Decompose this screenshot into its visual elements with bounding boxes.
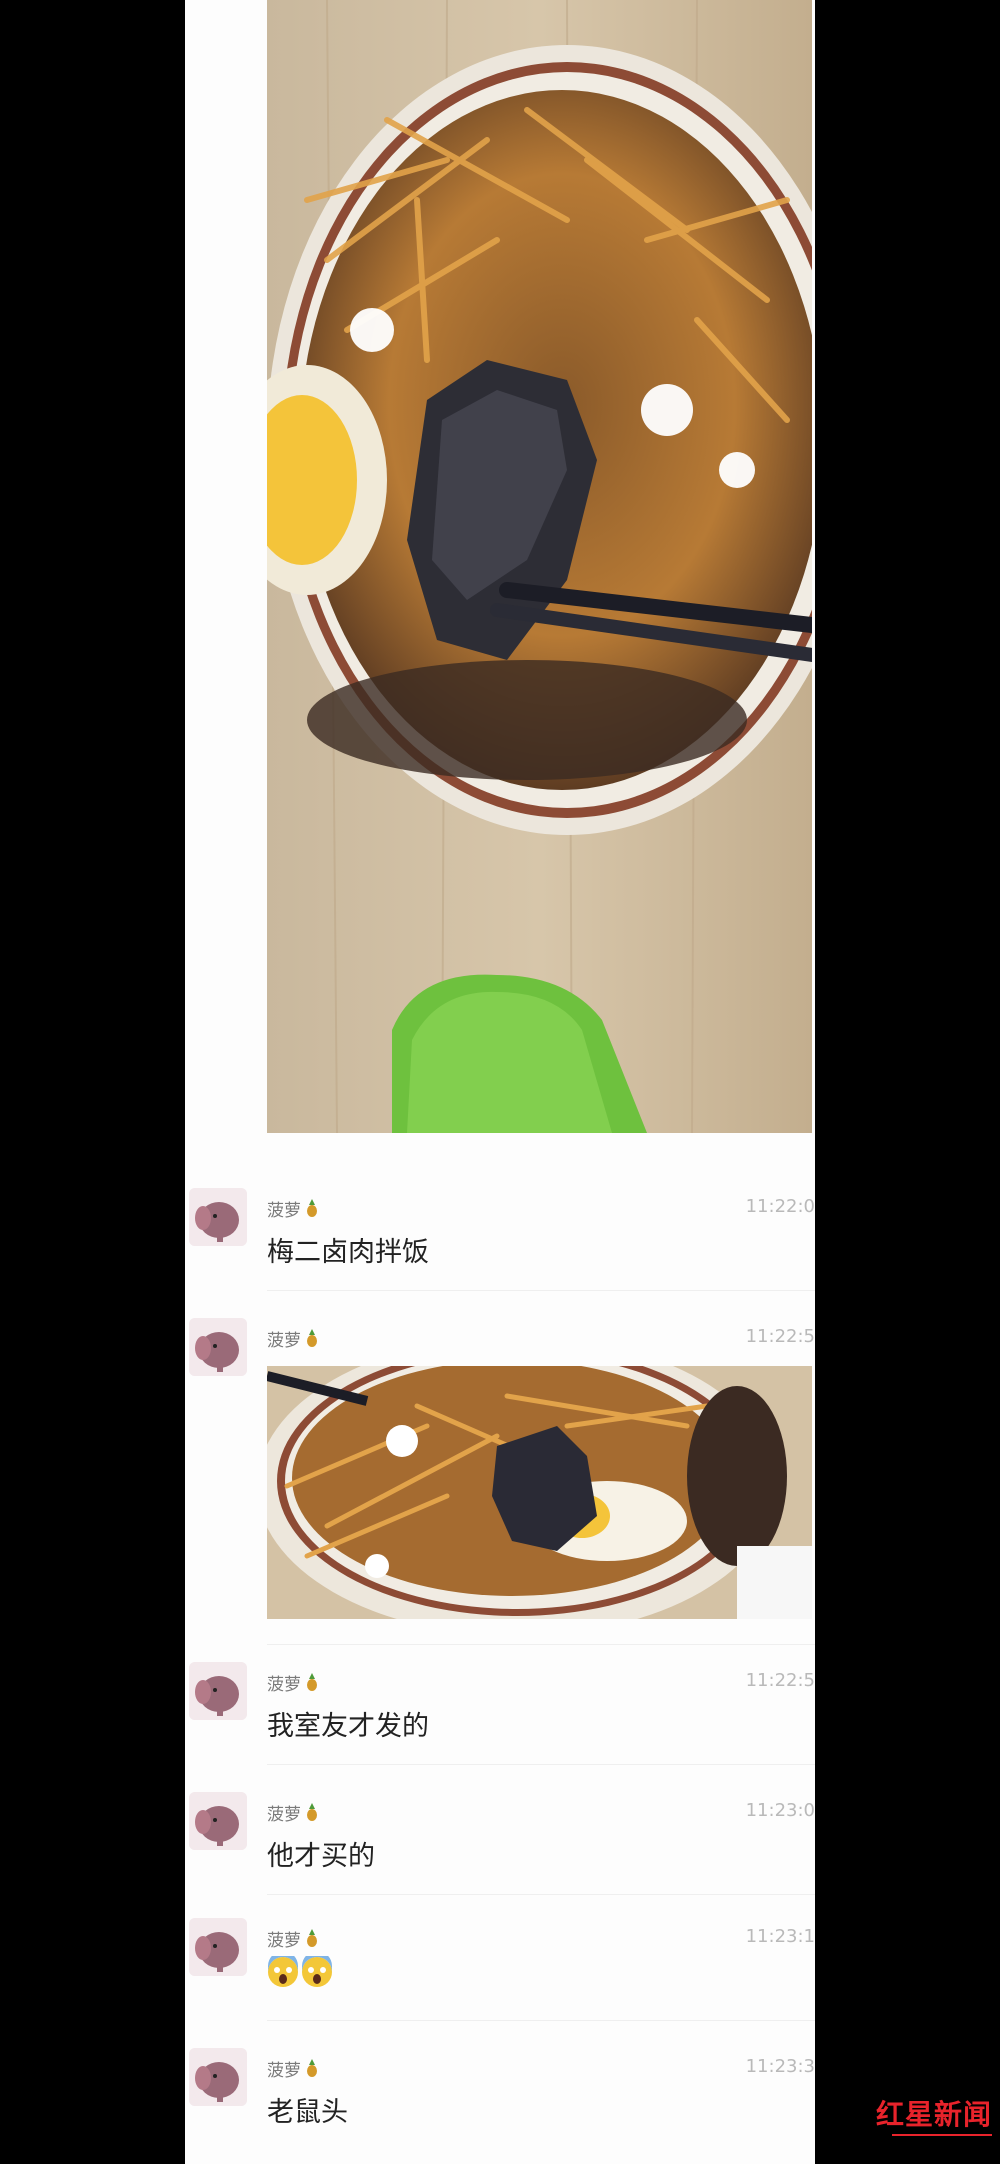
avatar[interactable] xyxy=(189,1918,247,1976)
sender-name-text: 菠萝 xyxy=(267,1930,301,1951)
sender-name-text: 菠萝 xyxy=(267,1804,301,1825)
divider xyxy=(267,1290,815,1291)
message-text: 梅二卤肉拌饭 xyxy=(267,1237,429,1268)
sender-name-text: 菠萝 xyxy=(267,1674,301,1695)
food-photo-large[interactable] xyxy=(267,0,812,1133)
message-time: 11:23:1 xyxy=(745,1926,815,1947)
pineapple-icon xyxy=(307,1329,317,1347)
message-time: 11:23:0 xyxy=(745,1800,815,1821)
scream-emoji-icon xyxy=(302,1956,332,1987)
scream-emoji-icon xyxy=(268,1956,298,1987)
pineapple-icon xyxy=(307,2059,317,2077)
watermark-underline xyxy=(892,2134,992,2136)
pineapple-icon xyxy=(307,1199,317,1217)
sender-name: 菠萝 xyxy=(267,2056,319,2081)
elephant-avatar-icon xyxy=(189,1918,247,1976)
avatar[interactable] xyxy=(189,1792,247,1850)
sender-name-text: 菠萝 xyxy=(267,2060,301,2081)
message-text: 我室友才发的 xyxy=(267,1711,429,1742)
sender-name-text: 菠萝 xyxy=(267,1200,301,1221)
watermark-text: 红星新闻 xyxy=(875,2098,992,2131)
avatar[interactable] xyxy=(189,1188,247,1246)
pineapple-icon xyxy=(307,1803,317,1821)
message-text: 老鼠头 xyxy=(267,2097,348,2128)
sender-name: 菠萝 xyxy=(267,1326,319,1351)
pineapple-icon xyxy=(307,1929,317,1947)
avatar[interactable] xyxy=(189,2048,247,2106)
food-photo-large-image xyxy=(267,0,812,1133)
sender-name: 菠萝 xyxy=(267,1670,319,1695)
divider xyxy=(267,1644,815,1645)
elephant-avatar-icon xyxy=(189,1318,247,1376)
divider xyxy=(267,2020,815,2021)
elephant-avatar-icon xyxy=(189,1792,247,1850)
divider xyxy=(267,1894,815,1895)
emoji-row xyxy=(267,1956,333,1988)
elephant-avatar-icon xyxy=(189,1188,247,1246)
pineapple-icon xyxy=(307,1673,317,1691)
sender-name: 菠萝 xyxy=(267,1196,319,1221)
message-time: 11:22:5 xyxy=(745,1670,815,1691)
watermark-logo: 红星新闻 xyxy=(872,2098,992,2150)
message-time: 11:22:5 xyxy=(745,1326,815,1347)
elephant-avatar-icon xyxy=(189,1662,247,1720)
message-text: 他才买的 xyxy=(267,1841,375,1872)
avatar[interactable] xyxy=(189,1318,247,1376)
food-photo-thumbnail[interactable] xyxy=(267,1366,812,1619)
sender-name: 菠萝 xyxy=(267,1926,319,1951)
sender-name-text: 菠萝 xyxy=(267,1330,301,1351)
chat-screen: 菠萝 11:22:0 梅二卤肉拌饭 菠萝 11:22:5 菠萝 11:22:5 … xyxy=(185,0,815,2164)
message-time: 11:22:0 xyxy=(745,1196,815,1217)
elephant-avatar-icon xyxy=(189,2048,247,2106)
message-time: 11:23:3 xyxy=(745,2056,815,2077)
food-photo-thumbnail-image xyxy=(267,1366,812,1619)
avatar[interactable] xyxy=(189,1662,247,1720)
sender-name: 菠萝 xyxy=(267,1800,319,1825)
divider xyxy=(267,1764,815,1765)
